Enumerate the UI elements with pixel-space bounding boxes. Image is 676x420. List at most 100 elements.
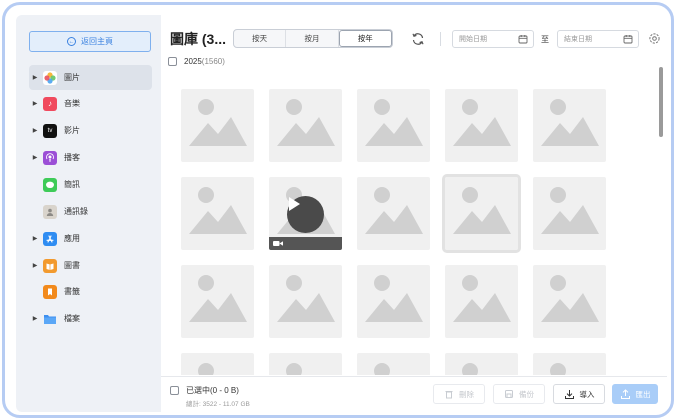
selected-count: 已選中(0 - 0 B) [186, 386, 239, 395]
photo-thumbnail[interactable] [269, 265, 342, 338]
expand-arrow-icon[interactable]: ▶ [30, 315, 40, 322]
sidebar-item-apps[interactable]: ▶ 應用 [29, 226, 152, 251]
photos-icon [43, 70, 57, 85]
image-placeholder-icon [365, 187, 423, 234]
photo-thumbnail[interactable] [445, 265, 518, 338]
image-placeholder-icon [365, 99, 423, 146]
play-icon[interactable] [287, 196, 324, 233]
vertical-scrollbar[interactable] [658, 55, 664, 375]
image-placeholder-icon [541, 187, 599, 234]
books-icon [43, 258, 57, 273]
expand-arrow-icon[interactable]: ▶ [30, 154, 40, 161]
bookmark-icon [43, 284, 57, 299]
backup-label: 備份 [519, 389, 534, 399]
sidebar-item-label: 簡訊 [64, 180, 80, 189]
selection-summary: 已選中(0 - 0 B) [170, 385, 239, 396]
sidebar-item-label: 音樂 [64, 99, 80, 108]
video-info-bar [269, 237, 342, 250]
expand-arrow-icon[interactable]: ▶ [30, 74, 40, 81]
sidebar-item-music[interactable]: ▶ ♪ 音樂 [29, 91, 152, 116]
photo-thumbnail[interactable] [269, 177, 342, 250]
sidebar-item-bookmarks[interactable]: 書籤 [29, 279, 152, 304]
sidebar-item-messages[interactable]: 簡訊 [29, 172, 152, 197]
export-icon [620, 388, 630, 399]
image-placeholder-icon [189, 275, 247, 322]
back-arrow-icon: ← [67, 37, 76, 46]
view-mode-segmented-control: 按天 按月 按年 [233, 29, 393, 48]
sidebar-item-label: 應用 [64, 234, 80, 243]
delete-button[interactable]: 刪除 [433, 384, 485, 404]
calendar-icon[interactable] [623, 34, 633, 44]
photo-thumbnail[interactable] [181, 353, 254, 375]
sidebar-item-photos[interactable]: ▶ 圖片 [29, 65, 152, 90]
main-panel: 圖庫 (3... 按天 按月 按年 開始日期 至 結束日期 2025 (1560… [161, 15, 667, 412]
backup-button[interactable]: 備份 [493, 384, 545, 404]
sidebar-item-videos[interactable]: ▶ tv 影片 [29, 118, 152, 143]
import-icon [564, 389, 574, 399]
expand-arrow-icon[interactable]: ▶ [30, 127, 40, 134]
refresh-icon[interactable] [411, 32, 425, 46]
photo-thumbnail[interactable] [181, 89, 254, 162]
expand-arrow-icon[interactable]: ▶ [30, 235, 40, 242]
photo-thumbnail[interactable] [442, 174, 521, 253]
photo-thumbnail[interactable] [269, 89, 342, 162]
photo-thumbnail[interactable] [357, 265, 430, 338]
page-title: 圖庫 (3... [170, 31, 227, 47]
video-camera-icon [273, 241, 283, 246]
year-label: 2025 [184, 57, 202, 66]
trash-icon [445, 391, 453, 399]
photo-thumbnail[interactable] [445, 353, 518, 375]
tab-by-day[interactable]: 按天 [234, 30, 287, 47]
photo-thumbnail[interactable] [181, 265, 254, 338]
photo-thumbnail[interactable] [533, 265, 606, 338]
photo-thumbnail[interactable] [533, 353, 606, 375]
end-date-placeholder: 結束日期 [564, 36, 592, 43]
apple-tv-icon: tv [43, 123, 57, 138]
import-label: 導入 [579, 389, 595, 399]
image-placeholder-icon [277, 99, 335, 146]
image-placeholder-icon [198, 363, 214, 375]
image-placeholder-icon [286, 363, 302, 375]
expand-arrow-icon[interactable]: ▶ [30, 100, 40, 107]
divider [440, 32, 441, 46]
import-button[interactable]: 導入 [553, 384, 605, 404]
app-window: ← 返回主頁 ▶ 圖片 ▶ ♪ 音樂 ▶ tv 影片 ▶ 播客 簡訊 通訊錄 ▶… [16, 15, 667, 412]
sidebar-item-files[interactable]: ▶ 檔案 [29, 306, 152, 331]
image-placeholder-icon [277, 275, 335, 322]
image-placeholder-icon [189, 99, 247, 146]
year-group-checkbox[interactable] [168, 57, 177, 66]
photo-thumbnail[interactable] [533, 177, 606, 250]
sidebar-item-podcasts[interactable]: ▶ 播客 [29, 145, 152, 170]
footer-bar: 已選中(0 - 0 B) 總計: 3522 - 11.07 GB 刪除 備份 導… [161, 376, 667, 412]
folder-icon [43, 312, 57, 326]
photo-thumbnail[interactable] [269, 353, 342, 375]
sidebar-item-books[interactable]: ▶ 圖書 [29, 253, 152, 278]
sidebar-item-label: 圖書 [64, 261, 80, 270]
photo-thumbnail[interactable] [445, 89, 518, 162]
calendar-icon[interactable] [518, 34, 528, 44]
tab-by-year[interactable]: 按年 [338, 30, 392, 47]
photo-thumbnail[interactable] [357, 89, 430, 162]
expand-arrow-icon[interactable]: ▶ [30, 262, 40, 269]
image-placeholder-icon [462, 363, 478, 375]
end-date-field[interactable]: 結束日期 [557, 30, 639, 48]
select-all-checkbox[interactable] [170, 386, 179, 395]
start-date-field[interactable]: 開始日期 [452, 30, 534, 48]
scrollbar-thumb[interactable] [659, 67, 663, 137]
photo-thumbnail[interactable] [357, 177, 430, 250]
photo-thumbnail[interactable] [357, 353, 430, 375]
photo-thumbnail[interactable] [181, 177, 254, 250]
back-home-label: 返回主頁 [81, 37, 113, 46]
sidebar-item-label: 播客 [64, 153, 80, 162]
tab-by-month[interactable]: 按月 [286, 30, 339, 47]
settings-gear-icon[interactable] [648, 32, 661, 45]
sidebar-item-contacts[interactable]: 通訊錄 [29, 199, 152, 224]
year-group-header: 2025 (1560) [168, 57, 225, 66]
photo-thumbnail[interactable] [533, 89, 606, 162]
sidebar-item-label: 圖片 [64, 73, 80, 82]
image-placeholder-icon [550, 363, 566, 375]
back-home-button[interactable]: ← 返回主頁 [29, 31, 151, 52]
export-button[interactable]: 匯出 [612, 384, 658, 404]
toolbar: 圖庫 (3... 按天 按月 按年 開始日期 至 結束日期 [161, 15, 667, 55]
podcast-icon [43, 150, 57, 165]
